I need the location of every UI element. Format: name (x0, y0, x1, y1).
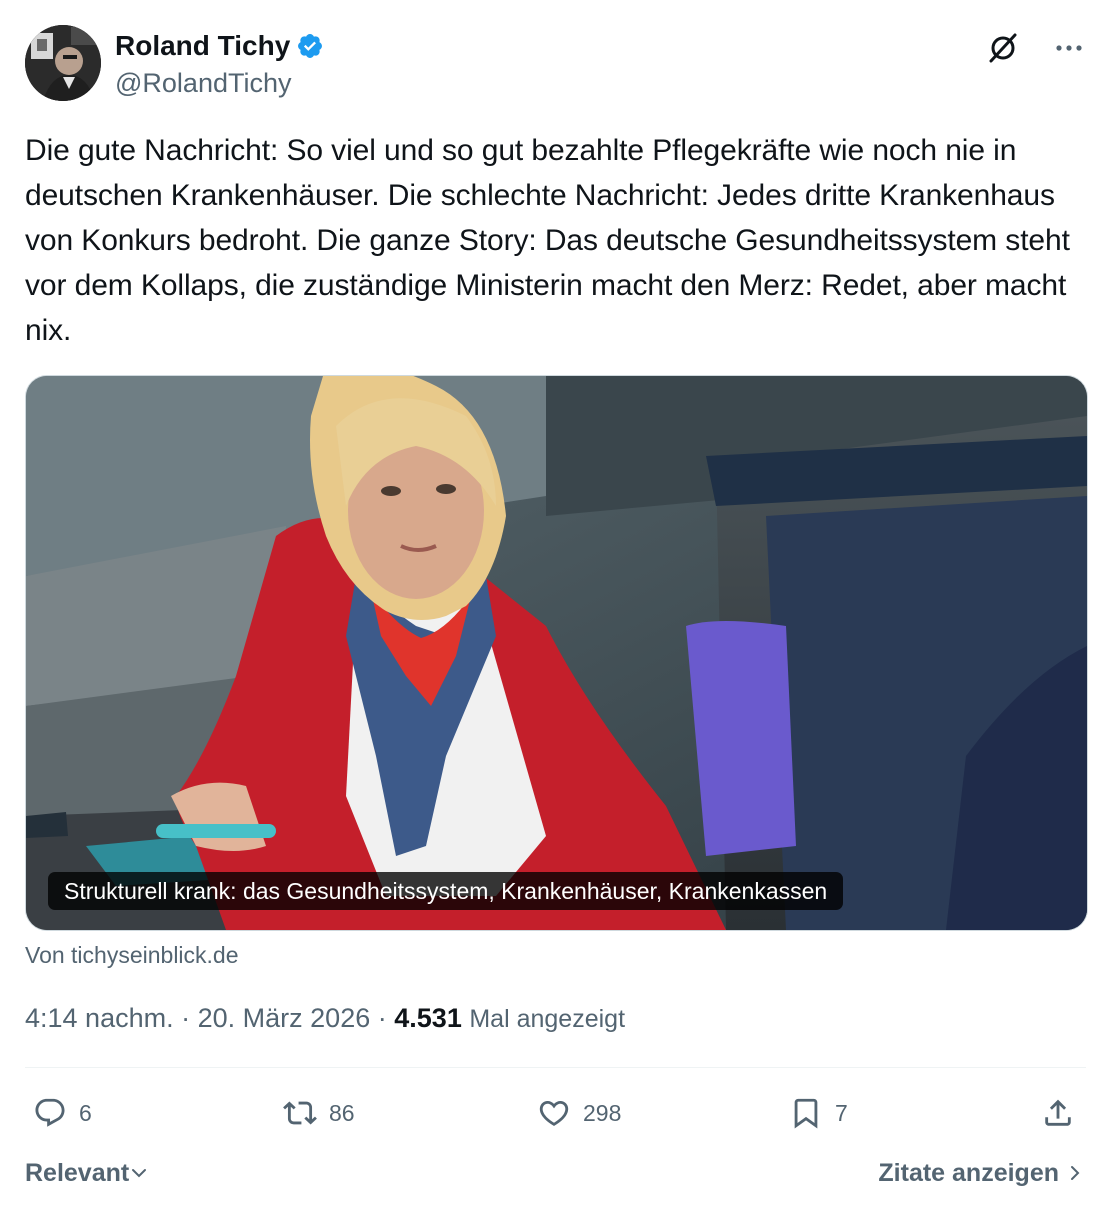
bookmark-icon (794, 1098, 818, 1129)
image-caption: Strukturell krank: das Gesundheitssystem… (48, 872, 844, 910)
view-quotes-link[interactable]: Zitate anzeigen (878, 1155, 1085, 1191)
tweet-date[interactable]: 20. März 2026 (198, 1003, 371, 1033)
verified-badge-icon (298, 34, 323, 58)
bookmark-button[interactable]: 7 (789, 1090, 848, 1136)
tweet-meta: 4:14 nachm. · 20. März 2026 · 4.531 Mal … (25, 1000, 625, 1037)
repost-icon (283, 1101, 317, 1125)
bookmark-count: 7 (835, 1099, 848, 1126)
share-button[interactable] (1041, 1090, 1075, 1136)
quotes-label: Zitate anzeigen (878, 1159, 1059, 1187)
chevron-right-icon (1071, 1166, 1080, 1180)
repost-button[interactable]: 86 (283, 1090, 355, 1136)
sort-dropdown[interactable]: Relevant (25, 1155, 149, 1191)
handle[interactable]: @RolandTichy (115, 66, 291, 100)
meta-separator: · (377, 1003, 387, 1033)
views-label: Mal angezeigt (469, 1005, 626, 1033)
grok-icon[interactable] (986, 31, 1020, 65)
like-count: 298 (583, 1099, 622, 1126)
tweet-footer: Relevant Zitate anzeigen (25, 1155, 1085, 1191)
divider (25, 1067, 1086, 1068)
views-count: 4.531 (394, 1003, 462, 1033)
meta-separator: · (181, 1003, 191, 1033)
avatar[interactable] (25, 25, 101, 101)
tweet-time[interactable]: 4:14 nachm. (25, 1003, 174, 1033)
share-icon (1045, 1099, 1071, 1126)
reply-button[interactable]: 6 (33, 1090, 92, 1136)
reply-icon (35, 1098, 65, 1127)
article-image (26, 376, 1087, 930)
card-source[interactable]: Von tichyseinblick.de (25, 939, 239, 971)
like-icon (539, 1100, 569, 1126)
more-icon[interactable] (1052, 31, 1086, 65)
link-card[interactable]: Strukturell krank: das Gesundheitssystem… (25, 375, 1088, 931)
chevron-down-icon (132, 1169, 147, 1178)
tweet-text: Die gute Nachricht: So viel und so gut b… (25, 134, 1070, 347)
tweet-header: Roland Tichy @RolandTichy (25, 25, 1086, 103)
name-row: Roland Tichy (115, 29, 324, 63)
repost-count: 86 (329, 1099, 355, 1126)
reply-count: 6 (79, 1099, 92, 1126)
display-name[interactable]: Roland Tichy (115, 29, 290, 63)
action-bar: 6 86 298 7 (25, 1090, 1085, 1136)
like-button[interactable]: 298 (537, 1090, 621, 1136)
sort-label: Relevant (25, 1159, 130, 1187)
